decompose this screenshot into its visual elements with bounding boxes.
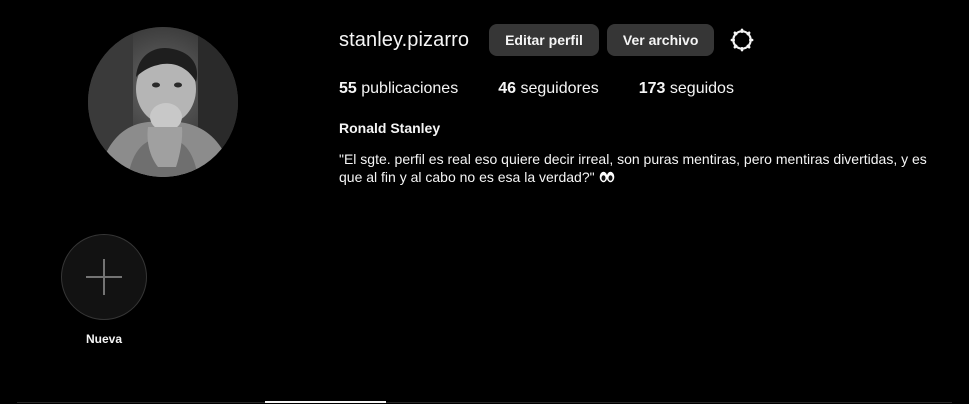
bio: "El sgte. perfil es real eso quiere deci… [339, 150, 954, 187]
profile-avatar[interactable] [88, 27, 238, 177]
posts-stat: 55 publicaciones [339, 80, 458, 98]
edit-profile-button[interactable]: Editar perfil [489, 24, 599, 56]
eyes-icon [599, 169, 615, 187]
posts-label: publicaciones [361, 80, 459, 97]
new-highlight-label: Nueva [85, 332, 123, 346]
avatar-photo [88, 27, 238, 177]
username: stanley.pizarro [339, 28, 470, 51]
profile-stats: 55 publicaciones 46 seguidores 173 segui… [339, 80, 774, 98]
profile-page: stanley.pizarro Editar perfil Ver archiv… [0, 0, 969, 404]
followers-stat[interactable]: 46 seguidores [498, 80, 599, 98]
active-tab-indicator [265, 401, 386, 403]
plus-icon [86, 259, 122, 295]
following-label: seguidos [669, 80, 734, 97]
followers-count: 46 [498, 80, 516, 97]
profile-header-row: stanley.pizarro Editar perfil Ver archiv… [339, 24, 758, 56]
bio-text: "El sgte. perfil es real eso quiere deci… [339, 151, 927, 185]
following-stat[interactable]: 173 seguidos [639, 80, 734, 98]
following-count: 173 [638, 80, 666, 97]
new-highlight[interactable]: Nueva [61, 234, 147, 346]
tabs-divider [17, 402, 952, 403]
view-archive-button[interactable]: Ver archivo [606, 24, 715, 56]
followers-label: seguidores [520, 80, 599, 97]
gear-icon[interactable] [726, 24, 758, 56]
posts-count: 55 [339, 80, 357, 97]
new-highlight-button[interactable] [61, 234, 147, 320]
full-name: Ronald Stanley [339, 120, 441, 136]
